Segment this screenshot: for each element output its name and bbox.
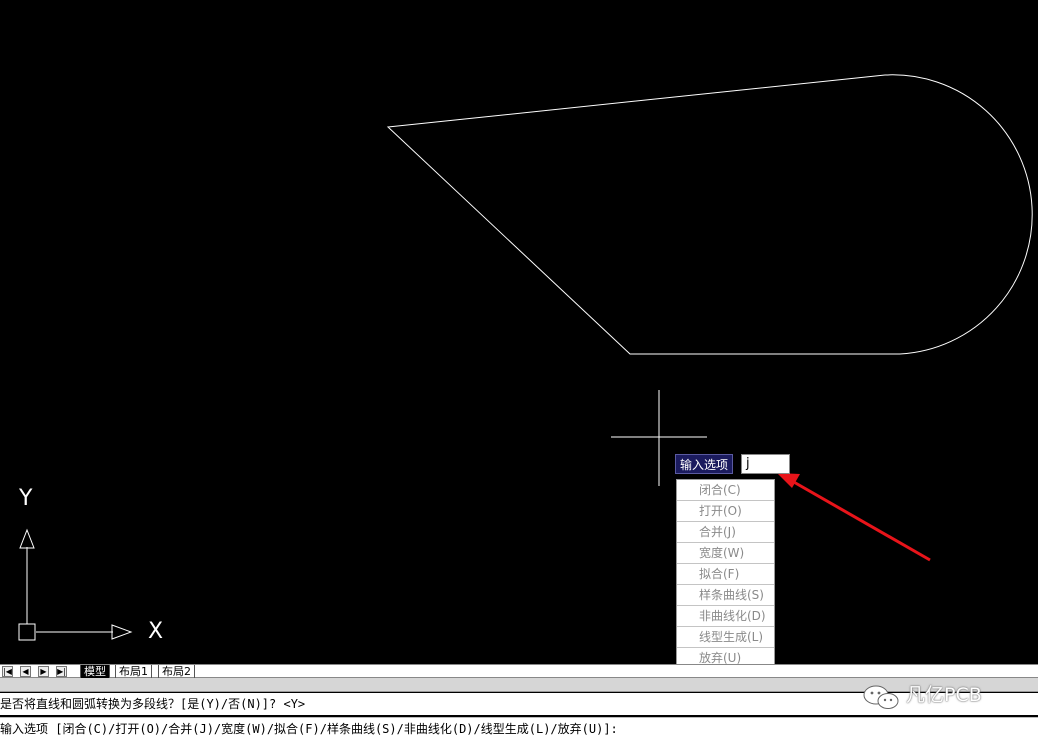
ucs-icon — [18, 528, 133, 641]
option-spline[interactable]: 样条曲线(S) — [677, 585, 774, 606]
option-decurve[interactable]: 非曲线化(D) — [677, 606, 774, 627]
first-tab-icon[interactable]: |◀ — [2, 666, 13, 677]
prev-tab-icon[interactable]: ◀ — [20, 666, 31, 677]
dynamic-options-menu: 闭合(C) 打开(O) 合并(J) 宽度(W) 拟合(F) 样条曲线(S) 非曲… — [676, 479, 775, 670]
drawing-canvas[interactable]: Y X — [0, 0, 1038, 664]
dynamic-input-prompt: 输入选项 — [675, 454, 734, 474]
watermark-text: 凡亿PCB — [906, 684, 982, 706]
last-tab-icon[interactable]: ▶| — [56, 666, 67, 677]
wechat-icon — [863, 685, 899, 709]
layout-tab-bar: |◀ ◀ ▶ ▶| 模型 布局1 布局2 — [0, 664, 1038, 678]
command-input-line[interactable]: 输入选项 [闭合(C)/打开(O)/合并(J)/宽度(W)/拟合(F)/样条曲线… — [0, 717, 1038, 740]
drawing-geometry — [18, 74, 1033, 641]
tab-model[interactable]: 模型 — [80, 665, 110, 678]
tab-layout1[interactable]: 布局1 — [115, 665, 152, 678]
option-width[interactable]: 宽度(W) — [677, 543, 774, 564]
tab-layout2[interactable]: 布局2 — [158, 665, 195, 678]
option-close[interactable]: 闭合(C) — [677, 480, 774, 501]
polyline-shape — [386, 74, 1033, 355]
option-join[interactable]: 合并(J) — [677, 522, 774, 543]
option-open[interactable]: 打开(O) — [677, 501, 774, 522]
next-tab-icon[interactable]: ▶ — [38, 666, 49, 677]
option-fit[interactable]: 拟合(F) — [677, 564, 774, 585]
ucs-y-label: Y — [19, 486, 33, 511]
dynamic-input-field[interactable]: j — [741, 454, 790, 474]
ucs-x-label: X — [148, 619, 164, 644]
annotation-arrow — [777, 473, 931, 562]
option-ltype-gen[interactable]: 线型生成(L) — [677, 627, 774, 648]
